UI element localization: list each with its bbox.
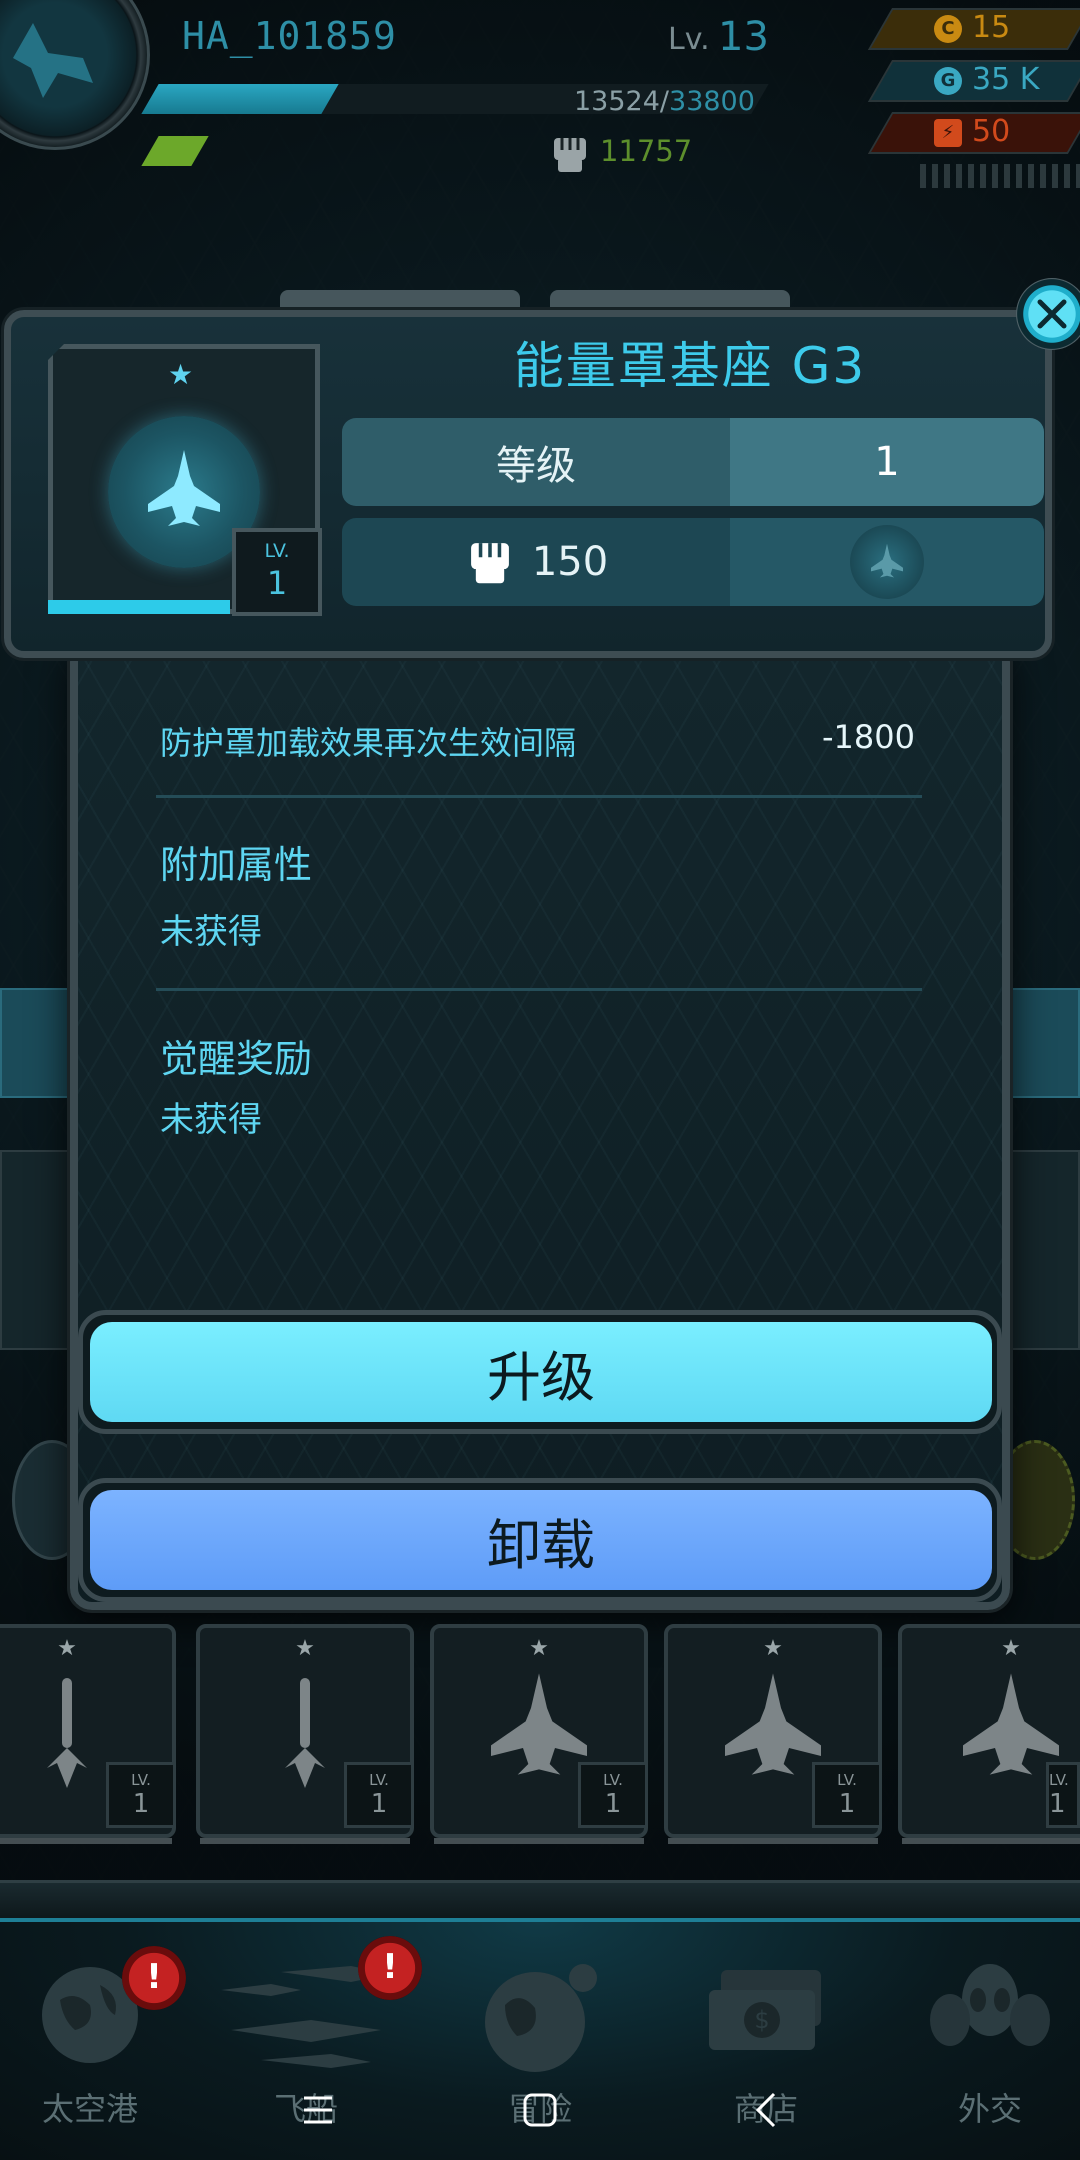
star-icon: ★ (168, 358, 194, 391)
fist-power-icon (470, 543, 509, 584)
inventory-level-value: 1 (1049, 1789, 1066, 1819)
missile-icon (47, 1678, 87, 1788)
gem-amount: 35 K (972, 62, 1040, 97)
xp-readout: 13524/33800 (574, 86, 755, 117)
inventory-slot[interactable]: ★ LV. 1 (664, 1624, 882, 1844)
player-name: HA_101859 (182, 14, 397, 58)
upgrade-button[interactable]: 升级 (90, 1322, 992, 1422)
inventory-level-label: LV. (603, 1771, 623, 1789)
inventory-level-badge: LV. 1 (344, 1762, 414, 1828)
inventory-level-value: 1 (838, 1789, 856, 1819)
header-tab-decoration (550, 290, 790, 312)
star-icon: ★ (1001, 1636, 1021, 1661)
inventory-slot[interactable]: ★ LV. 1 (196, 1624, 414, 1844)
player-level-prefix: Lv. (668, 22, 710, 57)
stat-row-power: 150 (342, 518, 1044, 606)
star-icon: ★ (763, 1636, 783, 1661)
bg-side-panel-right (1010, 988, 1080, 1098)
inventory-level-badge: LV. 1 (106, 1762, 176, 1828)
system-back-button[interactable] (728, 2070, 808, 2150)
divider (156, 988, 922, 991)
item-level-value: 1 (266, 564, 288, 602)
star-icon: ★ (295, 1636, 315, 1661)
item-level-label: LV. (264, 540, 290, 562)
home-square-icon (523, 2093, 557, 2127)
item-level-badge: LV. 1 (232, 528, 322, 616)
inventory-level-value: 1 (370, 1789, 388, 1819)
effect-value: -1800 (822, 718, 915, 756)
stat-power-value: 150 (531, 539, 609, 585)
inventory-level-value: 1 (132, 1789, 150, 1819)
player-level: 13 (718, 14, 769, 60)
star-icon: ★ (57, 1636, 77, 1661)
inventory-bar (434, 1838, 644, 1844)
xp-separator: / (659, 86, 670, 117)
stat-power-cell: 150 (342, 518, 730, 606)
stat-power-ship-cell (730, 518, 1044, 606)
alert-badge-icon: ! (358, 1936, 422, 2000)
inventory-bar (668, 1838, 878, 1844)
star-icon: ★ (529, 1636, 549, 1661)
energy-amount: 50 (972, 114, 1011, 149)
xp-bar-fill (141, 84, 339, 114)
player-avatar[interactable] (0, 0, 150, 150)
divider (156, 795, 922, 798)
inventory-slot[interactable]: ★ LV. 1 (430, 1624, 648, 1844)
inventory-level-value: 1 (604, 1789, 622, 1819)
system-home-button[interactable] (500, 2070, 580, 2150)
fighter-ship-icon (871, 543, 903, 578)
stat-level-label: 等级 (342, 418, 730, 506)
unload-button[interactable]: 卸载 (90, 1490, 992, 1590)
ship-type-icon (850, 525, 924, 599)
fighter-ship-icon (148, 450, 220, 526)
effect-label: 防护罩加载效果再次生效间隔 (160, 724, 577, 762)
xp-current: 13524 (574, 86, 660, 117)
item-title: 能量罩基座 G3 (513, 337, 867, 395)
gem-icon: G (934, 67, 962, 95)
inventory-level-badge: LV. 1 (1046, 1762, 1080, 1828)
stamina-bar (141, 136, 209, 166)
bg-item-right (1010, 1150, 1080, 1350)
extra-attributes-status: 未获得 (160, 912, 262, 952)
hud-deco-stripes (920, 164, 1080, 188)
energy-icon: ⚡ (934, 119, 962, 147)
alert-badge-icon: ! (122, 1946, 186, 2010)
gold-amount: 15 (972, 10, 1011, 45)
ship-avatar-icon (13, 23, 93, 98)
item-rarity-bar (48, 600, 230, 614)
inventory-slot[interactable]: ★ LV. 1 (898, 1624, 1080, 1844)
stat-row-level: 等级 1 (342, 418, 1044, 506)
bottom-deco-strip (0, 1880, 1080, 1920)
inventory-bar (902, 1838, 1080, 1844)
inventory-bar (0, 1838, 172, 1844)
top-hud: HA_101859 Lv. 13 13524/33800 11757 C 15 … (0, 0, 1080, 200)
gold-coin-icon: C (934, 15, 962, 43)
inventory-level-badge: LV. 1 (812, 1762, 882, 1828)
bg-item-left (0, 1150, 70, 1350)
inventory-level-label: LV. (131, 1771, 151, 1789)
svg-text:$: $ (754, 2006, 769, 2034)
header-tab-decoration (280, 290, 520, 312)
menu-icon (304, 2096, 332, 2124)
player-power: 11757 (600, 134, 693, 168)
xp-max: 33800 (669, 86, 755, 117)
inventory-level-label: LV. (1049, 1771, 1069, 1789)
awaken-reward-status: 未获得 (160, 1100, 262, 1140)
back-chevron-icon (755, 2092, 776, 2128)
inventory-slot[interactable]: ★ LV. 1 (0, 1624, 176, 1844)
inventory-bar (200, 1838, 410, 1844)
inventory-level-label: LV. (369, 1771, 389, 1789)
fist-power-icon (554, 138, 586, 172)
cash-icon: $ (709, 1970, 821, 2050)
awaken-reward-title: 觉醒奖励 (160, 1037, 313, 1081)
inventory-level-label: LV. (837, 1771, 857, 1789)
stat-level-value: 1 (730, 418, 1044, 506)
bg-side-panel-left (0, 988, 70, 1098)
extra-attributes-title: 附加属性 (160, 843, 313, 887)
missile-icon (285, 1678, 325, 1788)
alien-icon (930, 1964, 1050, 2046)
inventory-level-badge: LV. 1 (578, 1762, 648, 1828)
system-menu-button[interactable] (278, 2070, 358, 2150)
